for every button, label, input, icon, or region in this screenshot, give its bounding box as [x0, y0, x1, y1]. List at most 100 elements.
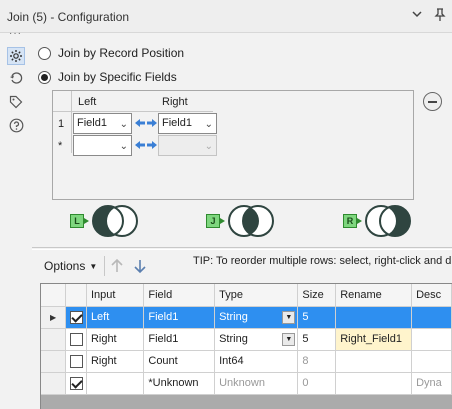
table-header-row: Input Field Type Size Rename Desc [41, 284, 452, 307]
checkbox-unchecked[interactable] [69, 332, 83, 346]
cell-description[interactable] [411, 306, 452, 329]
minus-icon [428, 100, 437, 103]
cell-rename[interactable]: Right_Field1 [335, 328, 413, 351]
row-indicator[interactable]: ▶ [41, 306, 67, 329]
row-indicator-header [41, 284, 67, 307]
reorder-tip-text: TIP: To reorder multiple rows: select, r… [193, 255, 452, 267]
drag-handle-dots[interactable]: ··· [9, 29, 22, 39]
cell-type[interactable]: String ▼ [214, 328, 299, 351]
radio-button[interactable] [38, 46, 51, 60]
caret-down-icon: ▼ [89, 261, 98, 271]
right-join-venn[interactable]: R [343, 203, 415, 239]
output-tag-l: L [70, 214, 89, 228]
cell-field[interactable]: Field1 [143, 328, 216, 351]
column-header-description[interactable]: Desc [411, 284, 452, 307]
cell-description[interactable]: Dyna [411, 372, 452, 395]
checkbox-checked[interactable] [69, 310, 83, 324]
right-field-value: Field1 [162, 117, 192, 129]
row-select-checkbox[interactable] [65, 328, 87, 351]
configuration-gear-icon[interactable] [7, 47, 25, 65]
move-up-button[interactable] [108, 256, 126, 276]
output-tag-j: J [206, 214, 225, 228]
remove-row-button[interactable] [423, 92, 442, 111]
cell-input[interactable]: Right [86, 350, 145, 373]
row-select-checkbox[interactable] [65, 306, 87, 329]
cell-description[interactable] [411, 328, 452, 351]
left-column-header: Left [78, 96, 97, 108]
chevron-down-icon: ⌄ [119, 119, 128, 130]
title-bar: Join (5) - Configuration [0, 0, 452, 33]
connection-icon[interactable] [7, 69, 25, 87]
radio-button-selected[interactable] [38, 70, 51, 84]
row-number: 1 [58, 118, 65, 130]
cell-field[interactable]: Field1 [143, 306, 216, 329]
type-dropdown-icon[interactable]: ▼ [282, 310, 296, 324]
table-row[interactable]: Right Count Int64 8 [41, 350, 452, 373]
chevron-down-icon: ⌄ [204, 119, 213, 130]
left-join-venn-icon [92, 205, 138, 237]
radio-join-by-specific-fields[interactable]: Join by Specific Fields [38, 69, 177, 85]
left-field-select-new[interactable]: ⌄ [73, 135, 132, 156]
row-select-checkbox[interactable] [65, 350, 87, 373]
panel-splitter[interactable] [32, 247, 452, 250]
column-header-rename[interactable]: Rename [335, 284, 413, 307]
table-row[interactable]: *Unknown Unknown 0 Dyna [41, 372, 452, 395]
right-field-select[interactable]: Field1 ⌄ [158, 113, 217, 134]
options-dropdown-button[interactable]: Options ▼ [40, 256, 101, 276]
left-join-venn[interactable]: L [70, 203, 140, 239]
chevron-down-icon[interactable] [409, 8, 425, 24]
cell-field[interactable]: Count [143, 350, 216, 373]
toolbar-divider [104, 256, 105, 276]
pin-icon[interactable] [432, 8, 448, 24]
swap-arrows-icon[interactable] [133, 116, 159, 130]
cell-description[interactable] [411, 350, 452, 373]
cell-input[interactable]: Left [86, 306, 145, 329]
left-field-value: Field1 [77, 117, 107, 129]
select-fields-table: Input Field Type Size Rename Desc ▶ Left… [40, 283, 452, 409]
cell-input[interactable]: Right [86, 328, 145, 351]
help-icon[interactable] [7, 116, 25, 134]
right-column-header: Right [162, 96, 188, 108]
annotation-tag-icon[interactable] [7, 93, 25, 111]
table-row[interactable]: ▶ Left Field1 String ▼ 5 [41, 306, 452, 329]
checkbox-unchecked[interactable] [69, 354, 83, 368]
inner-join-venn[interactable]: J [206, 203, 278, 239]
swap-arrows-icon[interactable] [133, 138, 159, 152]
row-indicator[interactable] [41, 328, 67, 351]
left-field-select[interactable]: Field1 ⌄ [73, 113, 132, 134]
column-header-input[interactable]: Input [86, 284, 145, 307]
window-title: Join (5) - Configuration [7, 10, 130, 24]
cell-type[interactable]: Unknown [214, 372, 299, 395]
cell-type[interactable]: Int64 [214, 350, 299, 373]
cell-type[interactable]: String ▼ [214, 306, 299, 329]
cell-rename[interactable] [335, 372, 413, 395]
cell-size[interactable]: 8 [297, 350, 337, 373]
row-select-checkbox[interactable] [65, 372, 87, 395]
column-header-field[interactable]: Field [143, 284, 216, 307]
column-header-type[interactable]: Type [214, 284, 299, 307]
cell-rename[interactable] [335, 350, 413, 373]
type-value: String [219, 311, 248, 323]
cell-field[interactable]: *Unknown [143, 372, 216, 395]
join-fields-grid: Left Right 1 Field1 ⌄ Field1 ⌄ * ⌄ ⌄ [52, 90, 414, 200]
table-row[interactable]: Right Field1 String ▼ 5 Right_Field1 [41, 328, 452, 351]
row-indicator[interactable] [41, 350, 67, 373]
chevron-down-icon: ⌄ [119, 141, 128, 152]
cell-size[interactable]: 5 [297, 328, 337, 351]
checkbox-checked[interactable] [69, 376, 83, 390]
cell-size[interactable]: 5 [297, 306, 337, 329]
radio-join-by-record-position[interactable]: Join by Record Position [38, 45, 184, 61]
select-header [65, 284, 87, 307]
chevron-down-icon: ⌄ [204, 141, 213, 152]
type-dropdown-icon[interactable]: ▼ [282, 332, 296, 346]
column-header-size[interactable]: Size [297, 284, 337, 307]
cell-size[interactable]: 0 [297, 372, 337, 395]
inner-join-venn-icon [228, 205, 274, 237]
right-join-venn-icon [365, 205, 411, 237]
move-down-button[interactable] [131, 256, 149, 276]
row-indicator[interactable] [41, 372, 67, 395]
right-field-select-new: ⌄ [158, 135, 217, 156]
cell-input[interactable] [86, 372, 145, 395]
new-row-marker: * [58, 140, 63, 152]
cell-rename[interactable] [335, 306, 413, 329]
